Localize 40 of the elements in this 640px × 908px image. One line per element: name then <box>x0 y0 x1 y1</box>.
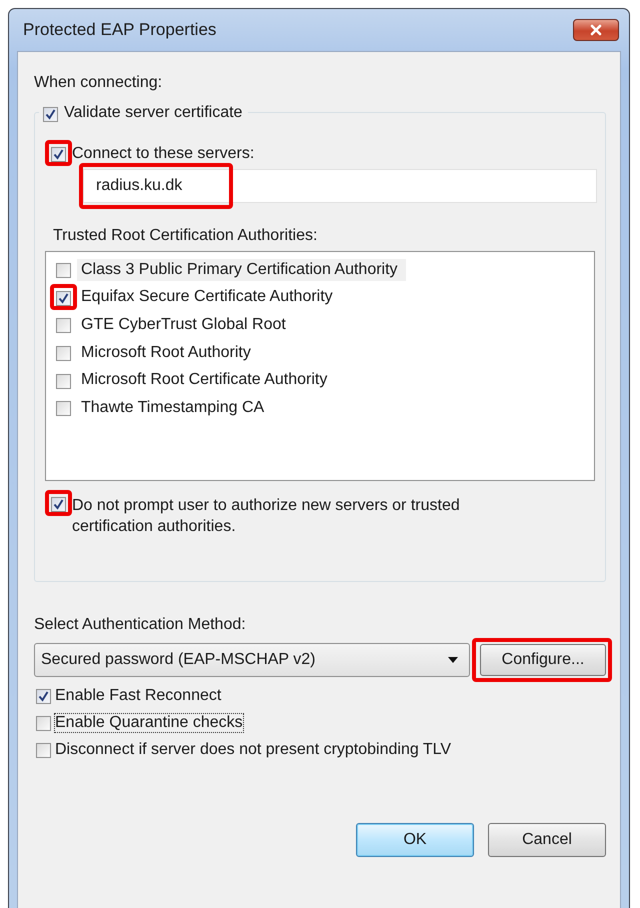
checkbox-label: Do not prompt user to authorize new servers or trusted certification authorities. <box>72 496 461 537</box>
list-item[interactable]: Microsoft Root Authority <box>77 342 259 364</box>
ok-button[interactable]: OK <box>356 823 474 857</box>
list-item[interactable]: Equifax Secure Certificate Authority <box>77 286 341 308</box>
configure-button[interactable]: Configure... <box>480 644 606 676</box>
checkmark-icon <box>37 690 50 703</box>
dropdown-arrow-icon <box>447 656 459 664</box>
checkbox-label: Validate server certificate <box>64 104 242 122</box>
checkbox[interactable] <box>56 263 71 278</box>
method-dropdown[interactable]: Secured password (EAP-MSCHAP v2) <box>34 643 470 677</box>
checkbox-label: Connect to these servers: <box>72 145 254 163</box>
checkbox[interactable] <box>56 401 71 416</box>
checkmark-icon <box>57 292 70 305</box>
checkbox-label: Enable Fast Reconnect <box>55 687 222 705</box>
list-item[interactable]: Class 3 Public Primary Certification Authority <box>77 258 406 281</box>
list-item[interactable]: Thawte Timestamping CA <box>77 396 272 419</box>
cancel-button[interactable]: Cancel <box>488 823 606 857</box>
checkbox[interactable] <box>36 689 51 704</box>
checkbox[interactable] <box>56 318 71 334</box>
list-item[interactable]: GTE CyberTrust Global Root <box>77 314 294 336</box>
checkbox[interactable] <box>36 716 51 731</box>
checkbox-label: Enable Quarantine checks <box>55 714 243 732</box>
section-label: Select Authentication Method: <box>34 616 247 634</box>
checkbox[interactable] <box>36 743 51 758</box>
checkbox-label: Disconnect if server does not present cryptobinding TLV <box>55 741 452 759</box>
list-item[interactable]: Microsoft Root Certificate Authority <box>77 369 336 392</box>
checkmark-icon <box>52 148 65 161</box>
checkbox[interactable] <box>56 290 71 306</box>
section-label: When connecting: <box>34 74 164 92</box>
checkmark-icon <box>52 498 65 511</box>
close-button[interactable] <box>573 19 619 41</box>
checkmark-icon <box>44 108 57 120</box>
list-label: Trusted Root Certification Authorities: <box>52 227 318 245</box>
checkbox[interactable] <box>56 346 71 362</box>
checkbox[interactable] <box>51 497 66 512</box>
checkbox[interactable] <box>56 374 71 389</box>
window-title: Protected EAP Properties <box>22 20 216 40</box>
checkbox[interactable] <box>51 147 66 162</box>
servers-input-field[interactable]: radius.ku.dk <box>83 169 597 203</box>
checkbox[interactable] <box>43 106 58 122</box>
